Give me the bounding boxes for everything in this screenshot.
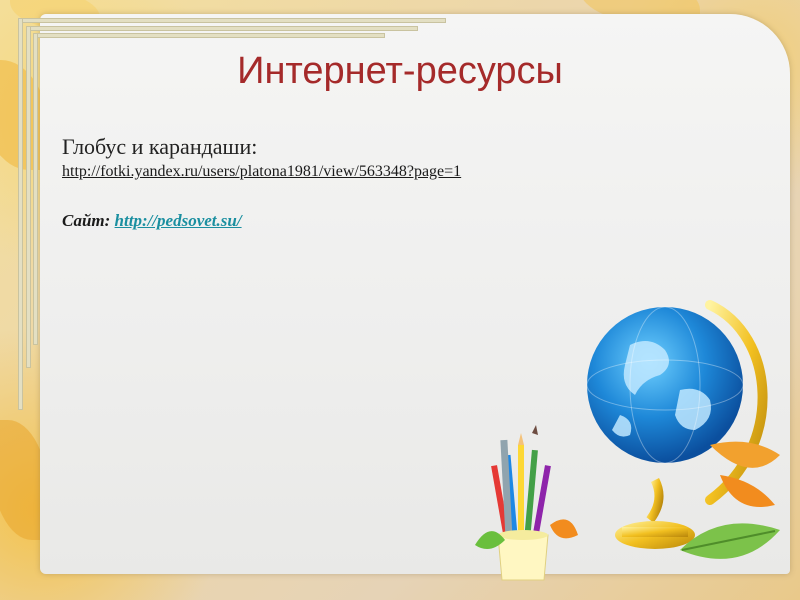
- frame-line: [33, 33, 385, 38]
- site-link[interactable]: http://pedsovet.su/: [115, 211, 242, 230]
- resource-heading: Глобус и карандаши:: [62, 134, 258, 159]
- slide: Интернет-ресурсы Глобус и карандаши: htt…: [0, 0, 800, 600]
- image-source-link[interactable]: http://fotki.yandex.ru/users/platona1981…: [62, 163, 461, 181]
- pencil-cup-illustration: [475, 425, 578, 581]
- globe-illustration: [586, 300, 780, 559]
- slide-title: Интернет-ресурсы: [237, 50, 563, 92]
- frame-line: [26, 26, 418, 31]
- frame-line: [18, 18, 446, 23]
- site-label: Сайт:: [62, 211, 111, 230]
- site-row: Сайт: http://pedsovet.su/: [62, 211, 242, 231]
